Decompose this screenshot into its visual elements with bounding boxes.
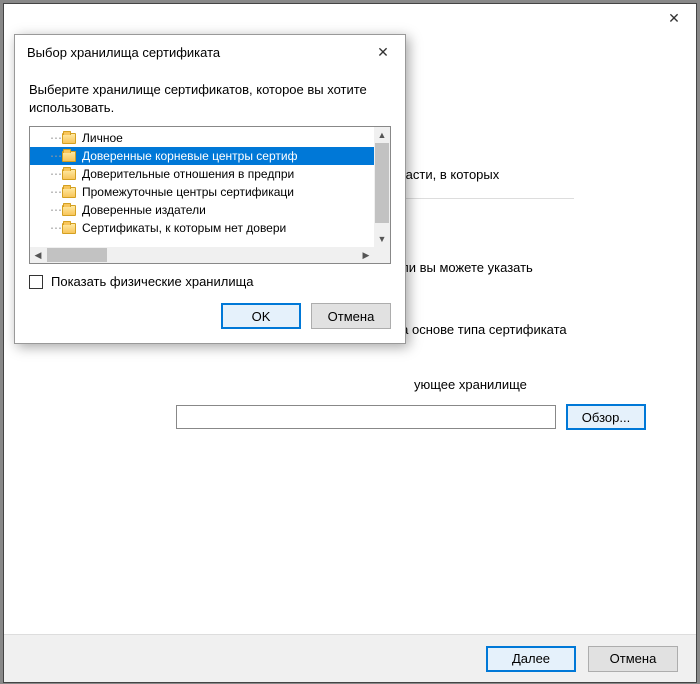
tree-connector-icon: ⋯ — [50, 167, 60, 181]
tree-item-label: Сертификаты, к которым нет довери — [82, 221, 286, 235]
tree-connector-icon: ⋯ — [50, 131, 60, 145]
tree-item-label: Доверенные корневые центры сертиф — [82, 149, 297, 163]
close-icon[interactable]: ✕ — [369, 40, 397, 64]
scroll-left-icon[interactable]: ◀ — [30, 247, 46, 263]
tree-item[interactable]: ⋯ Промежуточные центры сертификаци — [30, 183, 390, 201]
tree-item[interactable]: ⋯ Сертификаты, к которым нет довери — [30, 219, 390, 237]
folder-icon — [62, 133, 76, 144]
tree-item-label: Личное — [82, 131, 123, 145]
tree-connector-icon: ⋯ — [50, 203, 60, 217]
dialog-body: Выберите хранилище сертификатов, которое… — [15, 69, 405, 343]
scroll-corner — [374, 247, 390, 263]
folder-icon — [62, 151, 76, 162]
store-path-input[interactable] — [176, 405, 556, 429]
folder-icon — [62, 187, 76, 198]
next-button[interactable]: Далее — [486, 646, 576, 672]
horizontal-scrollbar[interactable]: ◀ ▶ — [30, 247, 374, 263]
divider — [384, 198, 574, 199]
tree-item-label: Доверенные издатели — [82, 203, 206, 217]
dialog-title: Выбор хранилища сертификата — [27, 45, 220, 60]
folder-icon — [62, 205, 76, 216]
dialog-cancel-button[interactable]: Отмена — [311, 303, 391, 329]
tree-connector-icon: ⋯ — [50, 149, 60, 163]
tree-connector-icon: ⋯ — [50, 221, 60, 235]
close-icon[interactable]: ✕ — [656, 6, 692, 30]
store-path-row: Обзор... — [176, 404, 646, 430]
scroll-down-icon[interactable]: ▼ — [374, 231, 390, 247]
vertical-scrollbar[interactable]: ▲ ▼ — [374, 127, 390, 247]
scroll-up-icon[interactable]: ▲ — [374, 127, 390, 143]
dialog-instruction: Выберите хранилище сертификатов, которое… — [29, 81, 391, 116]
tree-item[interactable]: ⋯ Доверенные корневые центры сертиф — [30, 147, 390, 165]
store-tree[interactable]: ⋯ Личное ⋯ Доверенные корневые центры серти… — [29, 126, 391, 264]
bg-line-1: области, в которых — [384, 166, 666, 184]
bg-line-2: ше, или вы можете указать — [369, 259, 666, 277]
wizard-footer: Далее Отмена — [4, 634, 696, 682]
show-physical-row[interactable]: Показать физические хранилища — [29, 274, 391, 289]
tree-item[interactable]: ⋯ Доверительные отношения в предпри — [30, 165, 390, 183]
wizard-titlebar: ✕ — [4, 4, 696, 32]
tree-item-label: Промежуточные центры сертификаци — [82, 185, 294, 199]
scroll-thumb[interactable] — [375, 143, 389, 223]
select-store-dialog: Выбор хранилища сертификата ✕ Выберите х… — [14, 34, 406, 344]
tree-item-label: Доверительные отношения в предпри — [82, 167, 294, 181]
tree-item[interactable]: ⋯ Доверенные издатели — [30, 201, 390, 219]
ok-button[interactable]: OK — [221, 303, 301, 329]
show-physical-label: Показать физические хранилища — [51, 274, 254, 289]
scroll-right-icon[interactable]: ▶ — [358, 247, 374, 263]
bg-line-3: на основе типа сертификата — [394, 321, 666, 339]
dialog-button-row: OK Отмена — [29, 303, 391, 329]
bg-line-4: ующее хранилище — [414, 376, 666, 394]
folder-icon — [62, 223, 76, 234]
scroll-thumb[interactable] — [47, 248, 107, 262]
cancel-button[interactable]: Отмена — [588, 646, 678, 672]
dialog-titlebar: Выбор хранилища сертификата ✕ — [15, 35, 405, 69]
folder-icon — [62, 169, 76, 180]
show-physical-checkbox[interactable] — [29, 275, 43, 289]
tree-item[interactable]: ⋯ Личное — [30, 129, 390, 147]
tree-connector-icon: ⋯ — [50, 185, 60, 199]
browse-button[interactable]: Обзор... — [566, 404, 646, 430]
